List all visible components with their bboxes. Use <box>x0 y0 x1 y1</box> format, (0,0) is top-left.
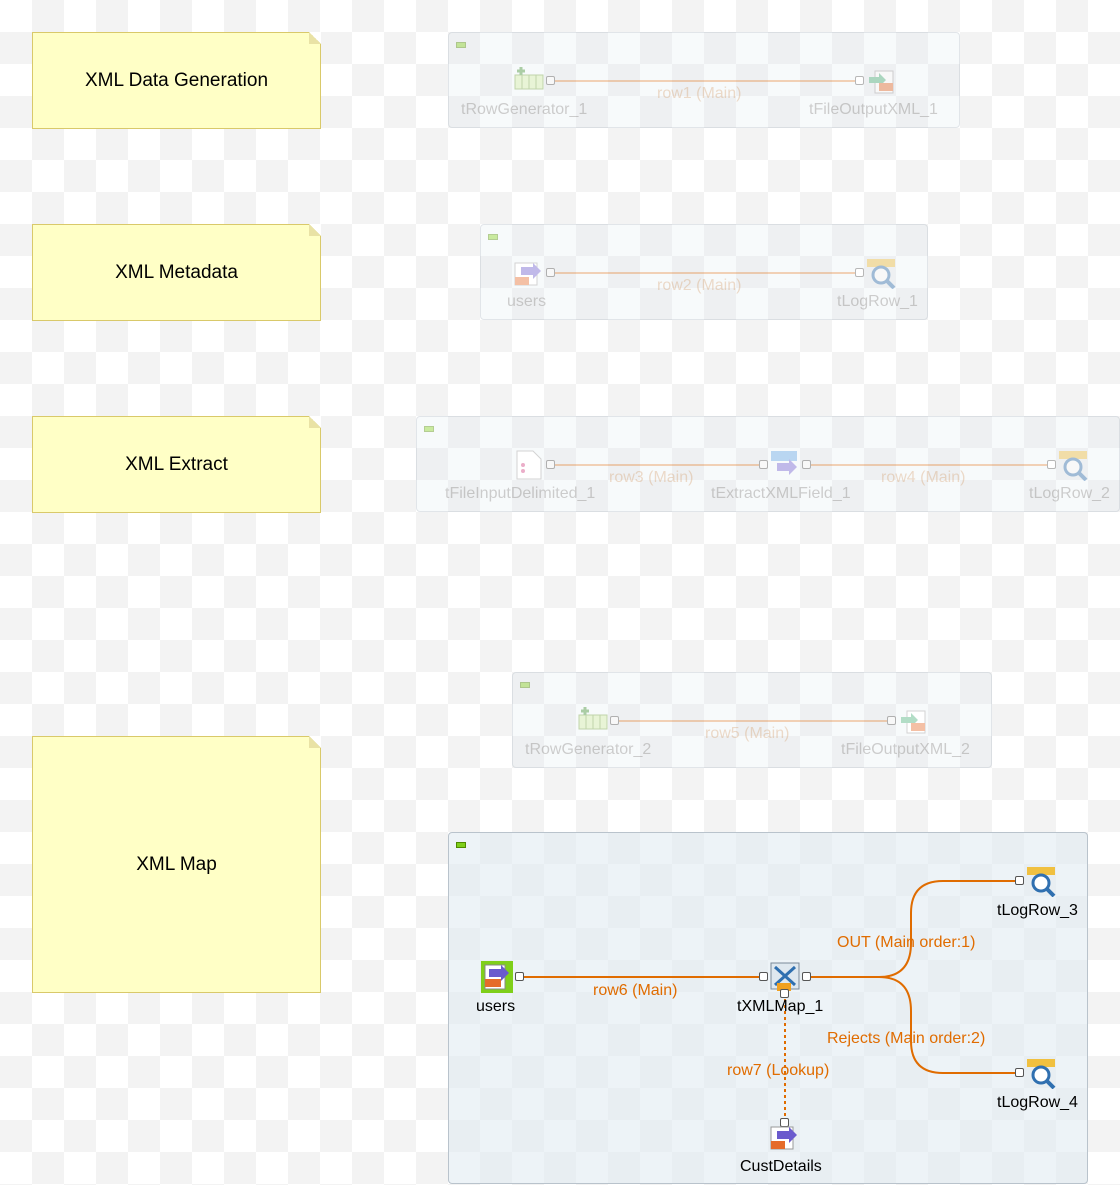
file-output-xml-icon[interactable] <box>897 705 929 737</box>
xml-input-icon[interactable] <box>513 257 545 289</box>
input-port[interactable] <box>759 972 768 981</box>
component-label: tExtractXMLField_1 <box>711 485 851 502</box>
note-xml-map[interactable]: XML Map <box>32 736 321 993</box>
subjob-3[interactable]: tFileInputDelimited_1 row3 (Main) tExtra… <box>416 416 1120 512</box>
output-port[interactable] <box>802 460 811 469</box>
input-port[interactable] <box>759 460 768 469</box>
link-label[interactable]: row6 (Main) <box>593 982 677 1000</box>
component-label: tLogRow_4 <box>997 1094 1078 1111</box>
lookup-port[interactable] <box>780 989 789 998</box>
link-label[interactable]: OUT (Main order:1) <box>837 934 975 952</box>
component-label: tLogRow_2 <box>1029 485 1110 502</box>
log-row-icon[interactable] <box>865 257 897 290</box>
note-fold <box>309 416 321 428</box>
component-label: tRowGenerator_2 <box>525 741 652 758</box>
link-label[interactable]: row3 (Main) <box>609 469 693 487</box>
note-label: XML Extract <box>125 453 228 475</box>
file-output-xml-icon[interactable] <box>865 65 897 97</box>
row-generator-icon[interactable] <box>513 65 545 97</box>
note-label: XML Data Generation <box>84 69 269 91</box>
input-port[interactable] <box>1015 876 1024 885</box>
component-label: tFileOutputXML_1 <box>809 101 938 118</box>
component-label: users <box>507 293 547 310</box>
output-port[interactable] <box>515 972 524 981</box>
subjob-2[interactable]: users row2 (Main) tLogRow_1 <box>480 224 928 320</box>
link-label[interactable]: row7 (Lookup) <box>727 1062 829 1080</box>
subjob-1[interactable]: tRowGenerator_1 row1 (Main) tFileOutputX… <box>448 32 960 128</box>
subjob-4[interactable]: tRowGenerator_2 row5 (Main) tFileOutputX… <box>512 672 992 768</box>
xml-input-icon[interactable] <box>769 1121 801 1153</box>
log-row-icon[interactable] <box>1057 449 1089 482</box>
input-port[interactable] <box>855 76 864 85</box>
link-label[interactable]: row2 (Main) <box>657 277 741 295</box>
input-port[interactable] <box>1047 460 1056 469</box>
log-row-icon[interactable] <box>1025 865 1057 898</box>
subjob-5[interactable]: users row6 (Main) tXMLMap_1 OUT (Main or… <box>448 832 1088 1184</box>
component-label: tLogRow_3 <box>997 902 1078 919</box>
row-generator-icon[interactable] <box>577 705 609 737</box>
extract-xml-field-icon[interactable] <box>769 449 801 481</box>
output-port[interactable] <box>802 972 811 981</box>
file-input-delimited-icon[interactable] <box>513 449 545 481</box>
component-label: CustDetails <box>740 1158 822 1175</box>
note-fold <box>309 736 321 748</box>
log-row-icon[interactable] <box>1025 1057 1057 1090</box>
xml-input-icon[interactable] <box>481 961 513 993</box>
component-label: tLogRow_1 <box>837 293 918 310</box>
note-xml-extract[interactable]: XML Extract <box>32 416 321 513</box>
link-label[interactable]: row5 (Main) <box>705 725 789 743</box>
component-label: tFileInputDelimited_1 <box>445 485 596 502</box>
input-port[interactable] <box>855 268 864 277</box>
output-port[interactable] <box>610 716 619 725</box>
component-label: tRowGenerator_1 <box>461 101 588 118</box>
input-port[interactable] <box>1015 1068 1024 1077</box>
output-port[interactable] <box>546 76 555 85</box>
link-label[interactable]: row1 (Main) <box>657 85 741 103</box>
link-label[interactable]: row4 (Main) <box>881 469 965 487</box>
component-label: tFileOutputXML_2 <box>841 741 970 758</box>
note-label: XML Metadata <box>115 261 238 283</box>
note-fold <box>309 32 321 44</box>
input-port[interactable] <box>887 716 896 725</box>
output-port[interactable] <box>546 268 555 277</box>
note-xml-metadata[interactable]: XML Metadata <box>32 224 321 321</box>
component-label: users <box>476 998 516 1015</box>
note-xml-data-generation[interactable]: XML Data Generation <box>32 32 321 129</box>
note-label: XML Map <box>136 853 217 875</box>
output-port[interactable] <box>546 460 555 469</box>
link-label[interactable]: Rejects (Main order:2) <box>827 1030 985 1048</box>
note-fold <box>309 224 321 236</box>
component-label: tXMLMap_1 <box>737 998 824 1015</box>
